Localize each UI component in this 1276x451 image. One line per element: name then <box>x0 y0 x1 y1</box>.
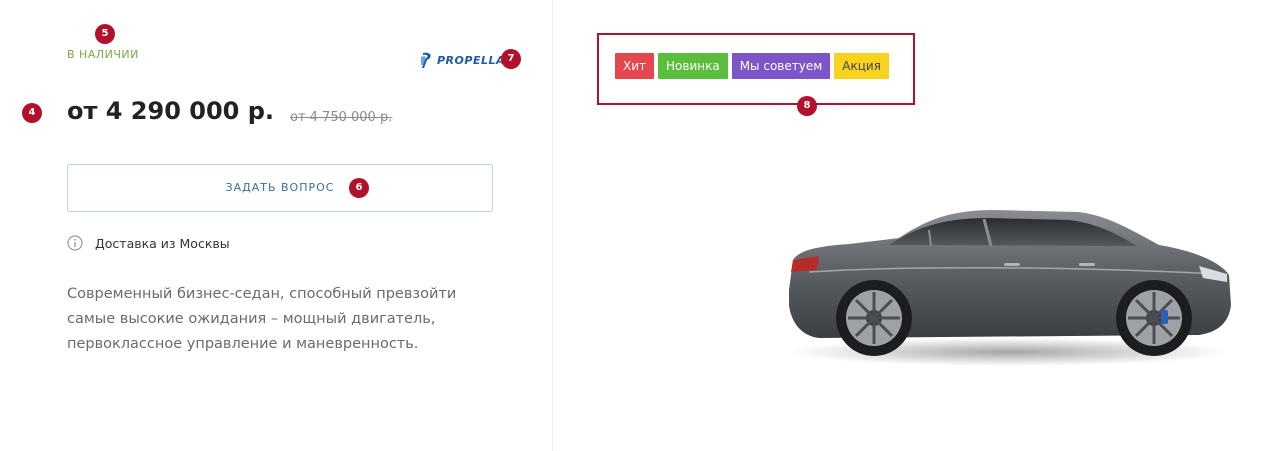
delivery-text: Доставка из Москвы <box>95 235 230 251</box>
badge-new[interactable]: Новинка <box>658 53 728 79</box>
product-info-panel: 5 В НАЛИЧИИ PROPELLA 7 4 от 4 290 000 р.… <box>0 0 553 451</box>
product-description: Современный бизнес-седан, способный прев… <box>67 286 457 352</box>
annotation-marker-6: 6 <box>349 178 369 198</box>
price-current: от 4 290 000 р. <box>67 97 275 125</box>
car-image[interactable] <box>779 60 1239 450</box>
info-icon <box>67 235 83 251</box>
annotation-marker-4: 4 <box>22 103 42 123</box>
annotation-marker-7: 7 <box>501 49 521 69</box>
propella-logo-icon <box>421 52 431 68</box>
stock-status: В НАЛИЧИИ <box>67 48 139 61</box>
delivery-info: Доставка из Москвы <box>67 235 230 251</box>
brand-logo[interactable]: PROPELLA <box>420 49 505 71</box>
annotation-marker-5: 5 <box>95 24 115 44</box>
brand-name: PROPELLA <box>437 53 505 67</box>
car-illustration <box>789 210 1231 366</box>
ask-question-button[interactable]: ЗАДАТЬ ВОПРОС <box>67 164 493 212</box>
badge-hit[interactable]: Хит <box>615 53 655 79</box>
price-old: от 4 750 000 р. <box>290 110 393 125</box>
product-gallery-panel: Хит Новинка Мы советуем Акция 8 <box>554 0 1276 451</box>
